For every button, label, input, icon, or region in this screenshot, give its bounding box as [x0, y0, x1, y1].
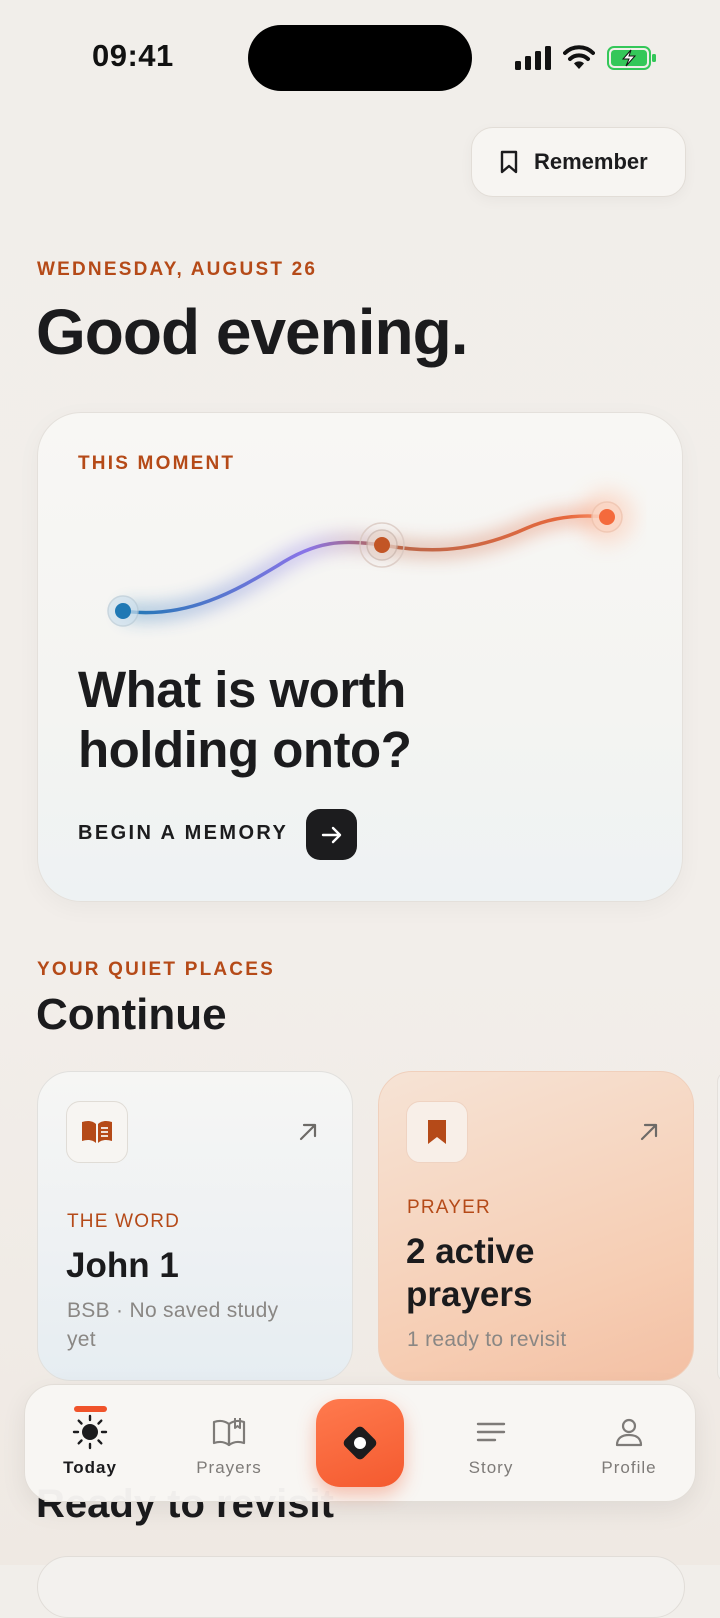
tab-today-label: Today: [63, 1458, 117, 1477]
arrow-right-icon: [321, 826, 341, 843]
word-title: John 1: [66, 1246, 179, 1285]
bookmark-icon: [500, 150, 518, 174]
status-time: 09:41: [92, 38, 174, 73]
date-label: WEDNESDAY, AUGUST 26: [37, 259, 318, 280]
bookmark-icon: [428, 1120, 446, 1144]
arrow-up-right-icon[interactable]: [638, 1121, 660, 1143]
quiet-places-eyebrow: YOUR QUIET PLACES: [37, 959, 275, 980]
tab-today[interactable]: Today: [35, 1414, 145, 1478]
word-subtitle-line1: BSB · No saved study: [67, 1299, 279, 1322]
moment-title: What is worth holding onto?: [78, 660, 412, 780]
continue-title: Continue: [36, 990, 227, 1039]
dynamic-island: [248, 25, 472, 91]
remember-label: Remember: [534, 149, 648, 174]
remember-button[interactable]: Remember: [471, 127, 686, 197]
wifi-icon: [563, 45, 595, 69]
prayer-title-line1: 2 active: [406, 1232, 535, 1271]
arrow-up-right-icon[interactable]: [297, 1121, 319, 1143]
prayer-title: 2 active prayers: [406, 1230, 534, 1316]
moment-title-line1: What is worth: [78, 661, 406, 718]
prayer-title-line2: prayers: [406, 1275, 533, 1314]
tab-story[interactable]: Story: [436, 1414, 546, 1478]
cellular-signal-icon: [515, 46, 551, 70]
lines-icon: [476, 1422, 506, 1442]
tab-prayers[interactable]: Prayers: [174, 1414, 284, 1478]
word-subtitle-line2: yet: [67, 1328, 96, 1351]
prayer-eyebrow: PRAYER: [407, 1197, 491, 1218]
memory-path-illustration: [107, 489, 635, 627]
diamond-icon: [343, 1426, 377, 1460]
center-action-button[interactable]: [316, 1399, 404, 1487]
tab-story-label: Story: [468, 1458, 514, 1477]
revisit-card[interactable]: [37, 1556, 685, 1618]
moment-title-line2: holding onto?: [78, 721, 412, 778]
sun-icon: [72, 1414, 108, 1450]
book-icon: [82, 1120, 112, 1143]
tab-prayers-label: Prayers: [196, 1458, 262, 1477]
tab-profile-label: Profile: [601, 1458, 657, 1477]
active-tab-indicator: [74, 1406, 107, 1412]
prayer-subtitle: 1 ready to revisit: [407, 1328, 567, 1351]
tab-profile[interactable]: Profile: [574, 1414, 684, 1478]
word-eyebrow: THE WORD: [67, 1211, 181, 1232]
word-subtitle: BSB · No saved study yet: [67, 1296, 278, 1354]
word-icon-box: [66, 1101, 128, 1163]
prayer-icon-box: [406, 1101, 468, 1163]
begin-memory-label[interactable]: BEGIN A MEMORY: [78, 822, 288, 845]
page-title: Good evening.: [36, 296, 468, 368]
person-icon: [615, 1418, 643, 1447]
begin-memory-button[interactable]: [306, 809, 357, 860]
battery-charging-icon: [607, 46, 656, 70]
open-book-icon: [212, 1418, 246, 1447]
